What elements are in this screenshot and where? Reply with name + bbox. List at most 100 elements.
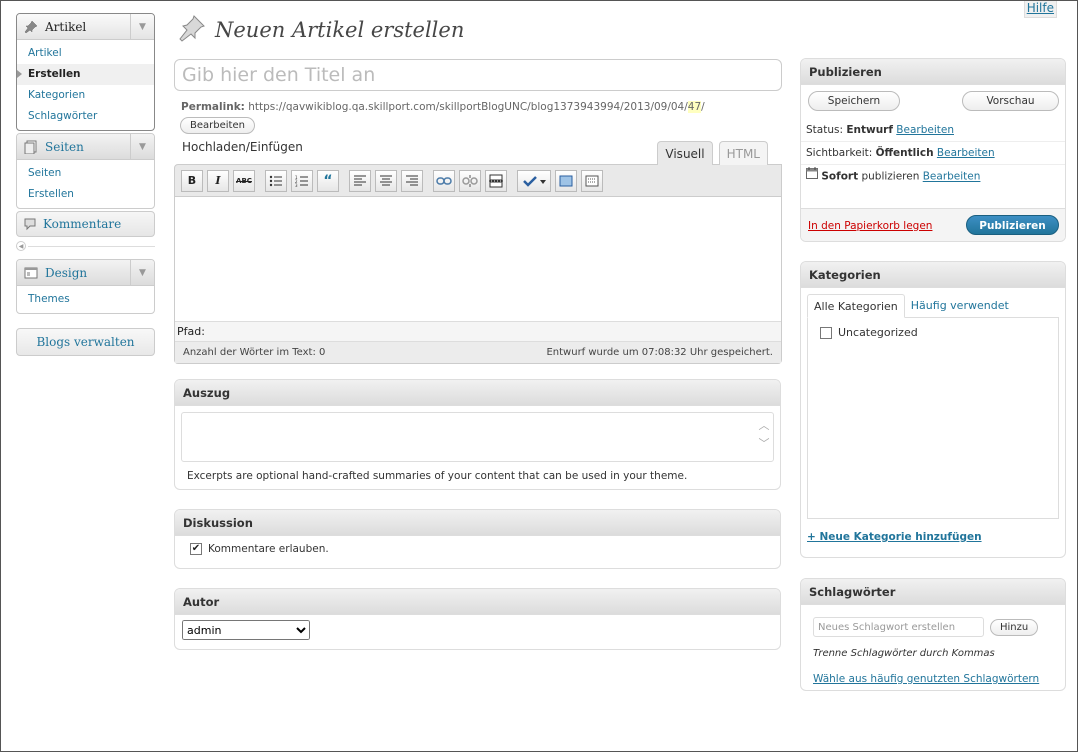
permalink-row: Permalink: https://qavwikiblog.qa.skillp… [181, 101, 782, 113]
submenu-item-tags[interactable]: Schlagwörter [17, 106, 154, 127]
preview-button[interactable]: Vorschau [962, 91, 1059, 111]
strikethrough-icon[interactable]: ABC [233, 169, 255, 192]
insert-link-icon[interactable] [433, 169, 455, 192]
publish-button[interactable]: Publizieren [966, 215, 1059, 235]
kitchen-sink-icon[interactable] [581, 169, 603, 192]
excerpt-textarea[interactable]: ︿ ﹀ [181, 412, 774, 462]
tab-visual[interactable]: Visuell [657, 141, 713, 165]
autosave-status: Entwurf wurde um 07:08:32 Uhr gespeicher… [546, 347, 773, 358]
main-column: Permalink: https://qavwikiblog.qa.skillp… [174, 59, 782, 364]
edit-permalink-button[interactable]: Bearbeiten [180, 117, 255, 134]
italic-icon[interactable]: I [207, 169, 229, 192]
permalink-slug[interactable]: 47 [687, 101, 702, 113]
submenu-design: Themes [17, 286, 154, 313]
bullet-list-icon[interactable] [265, 169, 287, 192]
scrollbar[interactable]: ︿ ﹀ [757, 417, 771, 453]
editor-path: Pfad: [175, 321, 781, 341]
author-select[interactable]: admin [182, 620, 310, 640]
allow-comments-checkbox[interactable]: ✔ [190, 543, 202, 555]
submenu-item-themes[interactable]: Themes [17, 289, 154, 310]
blockquote-icon[interactable]: “ [317, 169, 339, 192]
allow-comments-row: ✔ Kommentare erlauben. [175, 536, 780, 555]
tab-html[interactable]: HTML [718, 141, 768, 165]
submenu-item-articles[interactable]: Artikel [17, 43, 154, 64]
visibility-row: Sichtbarkeit: Öffentlich Bearbeiten [801, 142, 1065, 165]
move-to-trash-link[interactable]: In den Papierkorb legen [808, 220, 932, 232]
submenu-item-pages[interactable]: Seiten [17, 163, 154, 184]
scroll-up-icon[interactable]: ︿ [757, 417, 771, 435]
save-draft-button[interactable]: Speichern [808, 91, 900, 111]
bold-icon[interactable]: B [181, 169, 203, 192]
editor-content-area[interactable] [175, 197, 781, 321]
tags-title[interactable]: Schlagwörter [801, 579, 1065, 605]
comment-icon [23, 217, 37, 231]
page-header: Neuen Artikel erstellen [177, 13, 464, 46]
author-title[interactable]: Autor [175, 589, 780, 615]
category-tabs: Alle Kategorien Häufig verwendet [807, 294, 1059, 318]
publish-title[interactable]: Publizieren [801, 59, 1065, 85]
popular-tags-link[interactable]: Wähle aus häufig genutzten Schlagwörtern [813, 673, 1065, 685]
discussion-box: Diskussion ✔ Kommentare erlauben. [174, 509, 781, 569]
edit-status-link[interactable]: Bearbeiten [896, 124, 954, 136]
scroll-down-icon[interactable]: ﹀ [757, 435, 771, 453]
align-left-icon[interactable] [349, 169, 371, 192]
submenu-item-categories[interactable]: Kategorien [17, 85, 154, 106]
numbered-list-icon[interactable]: 123 [291, 169, 313, 192]
new-tag-input[interactable] [813, 617, 984, 637]
menu-label-comments: Kommentare [43, 217, 122, 231]
menu-head-articles[interactable]: Artikel ▼ [17, 14, 154, 40]
category-list: Uncategorized [807, 317, 1059, 519]
excerpt-title[interactable]: Auszug [175, 380, 780, 406]
menu-label-pages: Seiten [45, 139, 84, 154]
tag-hint: Trenne Schlagwörter durch Kommas [813, 648, 995, 659]
add-tag-button[interactable]: Hinzu [990, 618, 1039, 636]
menu-head-comments[interactable]: Kommentare [16, 211, 155, 237]
menu-toggle-icon[interactable]: ▼ [130, 134, 154, 159]
permalink-label: Permalink: [181, 101, 245, 113]
menu-group-pages: Seiten ▼ Seiten Erstellen [16, 133, 155, 209]
editor-tabs: Visuell HTML [657, 141, 768, 165]
menu-toggle-icon[interactable]: ▼ [130, 14, 154, 39]
more-tag-icon[interactable] [485, 169, 507, 192]
schedule-row: Sofort publizieren Bearbeiten [801, 165, 1065, 188]
menu-head-pages[interactable]: Seiten ▼ [17, 134, 154, 160]
design-icon [23, 265, 39, 281]
menu-collapse[interactable]: ◀ [16, 241, 155, 253]
schedule-value: Sofort [821, 170, 859, 183]
menu-toggle-icon[interactable]: ▼ [130, 260, 154, 285]
categories-box: Kategorien Alle Kategorien Häufig verwen… [800, 261, 1066, 558]
editor-toolbar: B I ABC 123 “ [175, 165, 781, 197]
tab-all-categories[interactable]: Alle Kategorien [807, 294, 905, 318]
visibility-value: Öffentlich [875, 147, 934, 159]
align-center-icon[interactable] [375, 169, 397, 192]
edit-schedule-link[interactable]: Bearbeiten [923, 171, 981, 183]
spellcheck-icon[interactable] [517, 169, 551, 192]
category-checkbox[interactable] [820, 327, 832, 339]
submenu-item-create-page[interactable]: Erstellen [17, 184, 154, 205]
pushpin-icon [23, 19, 39, 35]
tag-input-row: Hinzu [813, 617, 1065, 637]
menu-group-articles: Artikel ▼ Artikel Erstellen Kategorien S… [16, 13, 155, 131]
category-label: Uncategorized [838, 326, 918, 339]
unlink-icon[interactable] [459, 169, 481, 192]
collapse-arrow-icon[interactable]: ◀ [16, 241, 26, 251]
submenu-item-create[interactable]: Erstellen [17, 64, 154, 85]
add-category-link[interactable]: + Neue Kategorie hinzufügen [807, 531, 1065, 543]
help-link[interactable]: Hilfe [1023, 1, 1057, 18]
calendar-icon [806, 165, 818, 188]
fullscreen-icon[interactable] [555, 169, 577, 192]
categories-title[interactable]: Kategorien [801, 262, 1065, 288]
publish-actions: In den Papierkorb legen Publizieren [801, 208, 1065, 241]
menu-label-design: Design [45, 265, 88, 280]
manage-blogs-button[interactable]: Blogs verwalten [16, 328, 155, 356]
menu-head-design[interactable]: Design ▼ [17, 260, 154, 286]
tags-box: Schlagwörter Hinzu Trenne Schlagwörter d… [800, 578, 1066, 691]
tab-popular-categories[interactable]: Häufig verwendet [905, 294, 1015, 318]
schedule-label: publizieren [861, 170, 920, 183]
align-right-icon[interactable] [401, 169, 423, 192]
status-label: Status: [806, 124, 843, 136]
edit-visibility-link[interactable]: Bearbeiten [937, 147, 995, 159]
discussion-title[interactable]: Diskussion [175, 510, 780, 536]
status-row: Status: Entwurf Bearbeiten [801, 119, 1065, 142]
post-title-input[interactable] [174, 59, 782, 91]
